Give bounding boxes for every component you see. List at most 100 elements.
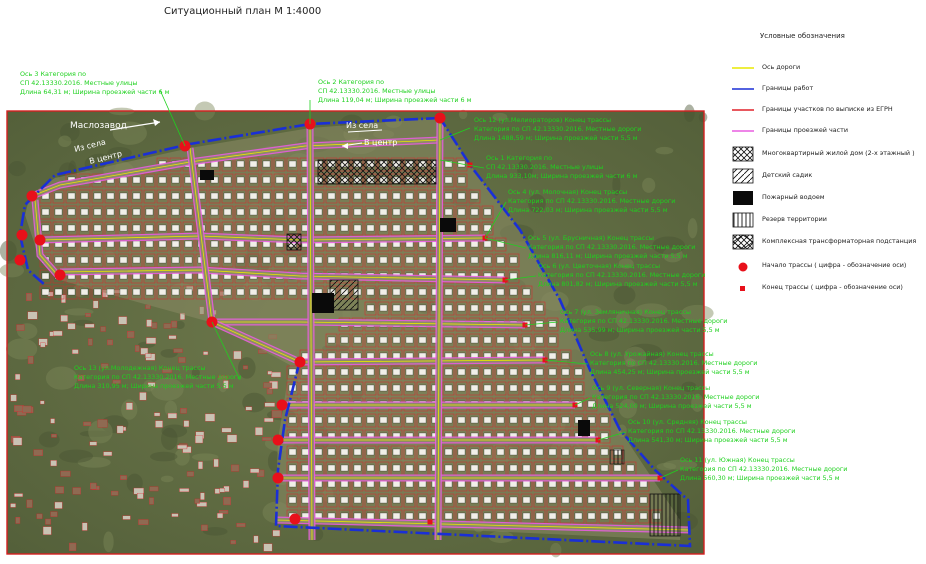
village-house — [60, 470, 71, 477]
vlines-symbol — [732, 212, 754, 228]
route-start-point — [289, 513, 301, 525]
terrain-patch — [655, 146, 674, 155]
terrain-patch — [550, 542, 562, 558]
terrain-patch — [687, 218, 698, 239]
village-house — [97, 419, 108, 428]
terrain-patch — [0, 240, 17, 262]
village-house — [14, 493, 23, 497]
village-house — [204, 413, 216, 422]
callout-text: Категория по СП 42.13330.2016. Местные д… — [538, 271, 705, 279]
village-house — [223, 496, 231, 506]
maslozavod-label: Маслозавод — [70, 121, 127, 131]
village-house — [271, 410, 282, 418]
legend-item-road-axis: Ось дороги — [732, 60, 924, 76]
legend-item-lot-boundary: Границы участков по выписке из ЕГРН — [732, 102, 924, 118]
crosshatch-symbol — [732, 146, 754, 162]
village-house — [264, 417, 274, 423]
village-house — [213, 458, 219, 468]
village-house — [163, 323, 172, 329]
village-house — [264, 402, 275, 407]
village-house — [180, 408, 187, 414]
terrain-patch — [698, 112, 708, 123]
village-house — [219, 488, 225, 493]
village-house — [245, 406, 253, 411]
legend-title: Условные обозначения — [760, 32, 845, 40]
village-house — [12, 437, 23, 446]
callout-text: Категория по СП 42.13330.2016. Местные д… — [680, 465, 847, 473]
legend-item-roadway: Границы проезжей части — [732, 123, 924, 139]
fire-pond — [312, 293, 334, 313]
village-house — [146, 319, 152, 327]
village-house — [168, 335, 177, 340]
work-boundary-symbol — [732, 88, 754, 90]
legend-item-kindergarten: Детский садик — [732, 168, 924, 184]
terrain-patch — [45, 366, 78, 390]
callout-text: Длина 1488,59 м; Ширина проезжей части 5… — [474, 134, 638, 142]
callout-text: Ось 10 (ул. Средняя) Конец трассы — [628, 418, 747, 426]
callout-text: СП 42.13330.2016. Местные улицы — [318, 87, 435, 95]
village-house — [89, 441, 97, 446]
village-house — [116, 425, 124, 434]
village-house — [243, 480, 249, 488]
legend-item-route-end: Конец трассы ( цифра - обозначение оси) — [732, 280, 924, 296]
hatch-symbol — [732, 168, 754, 184]
callout-text: Ось 13 (ул.Молодежная) Конец трассы — [74, 364, 206, 372]
callout-text: Длина 560,30 м; Ширина проезжей части 5,… — [680, 474, 840, 482]
callout-text: Ось 6 (ул. Цветочная) Конец трассы — [538, 262, 660, 270]
village-house — [177, 444, 188, 450]
village-house — [227, 434, 238, 443]
callout-text: Ось 9 (ул. Северная) Конец трассы — [592, 384, 710, 392]
village-house — [67, 323, 76, 330]
village-house — [118, 316, 128, 325]
route-start-point — [14, 254, 26, 266]
village-house — [100, 326, 106, 332]
village-house — [255, 427, 263, 436]
village-house — [50, 418, 55, 424]
village-house — [103, 451, 113, 456]
village-house — [72, 487, 81, 495]
village-house — [171, 320, 178, 328]
legend-item-work-boundary: Границы работ — [732, 81, 924, 97]
village-house — [200, 492, 205, 500]
village-house — [272, 530, 281, 537]
village-house — [145, 353, 152, 358]
village-house — [155, 420, 163, 428]
route-start-point — [16, 229, 28, 241]
village-house — [122, 515, 131, 520]
village-house — [139, 392, 147, 401]
village-house — [171, 513, 179, 517]
callout-text: Ось 4 (ул. Молочная) Конец трассы — [508, 188, 627, 196]
village-house — [127, 331, 135, 339]
village-house — [250, 468, 260, 473]
callout-text: Категория по СП 42.13330.2016. Местные д… — [508, 197, 675, 205]
terrain-patch — [150, 451, 178, 462]
village-house — [50, 511, 58, 517]
village-house — [13, 405, 24, 412]
callout-text: Длина 801,82 м; Ширина проезжей части 5,… — [538, 280, 698, 288]
village-house — [231, 464, 240, 472]
village-house — [126, 402, 133, 410]
village-house — [54, 501, 63, 509]
village-house — [253, 535, 259, 543]
village-house — [233, 350, 242, 360]
village-house — [149, 486, 159, 492]
callout-text: СП 42.13330.2016. Местные улицы — [20, 79, 137, 87]
callout-text: Ось 1 Категория по — [486, 154, 552, 162]
callout-text: Ось 2 Категория по — [318, 78, 384, 86]
village-house — [90, 482, 97, 490]
roadway-symbol — [732, 130, 754, 132]
village-house — [69, 542, 77, 551]
village-house — [26, 499, 33, 508]
route-start-point — [276, 399, 288, 411]
callout-text: Длина 535,99 м; Ширина проезжей части 5,… — [560, 326, 720, 334]
village-house — [40, 400, 45, 405]
terrain-patch — [0, 263, 25, 278]
village-house — [60, 315, 68, 322]
route-start-point — [54, 269, 66, 281]
callout-text: Длина 64,31 м; Ширина проезжей части 6 м — [20, 88, 170, 96]
village-house — [27, 311, 38, 320]
iz-sela-label-2: Из села — [346, 121, 378, 130]
village-house — [178, 357, 186, 363]
callout-text: Категория по СП 42.13330.2016. Местные д… — [628, 427, 795, 435]
terrain-patch — [38, 431, 60, 448]
